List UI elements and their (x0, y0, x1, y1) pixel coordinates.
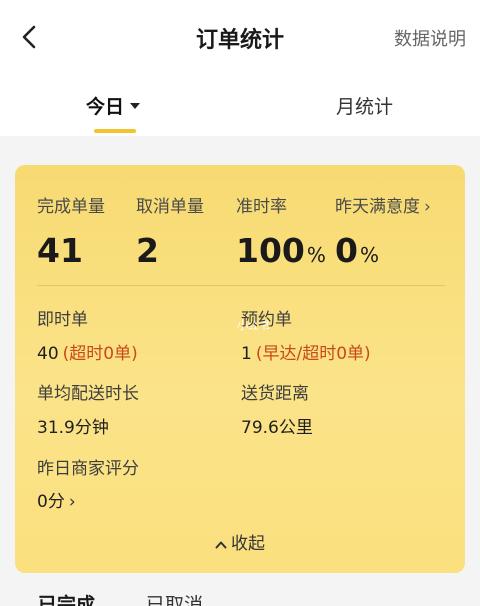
on-time-rate-number: 100 (236, 231, 305, 270)
collapse-button[interactable]: 收起 (15, 529, 465, 554)
scheduled-orders-label: 预约单 (241, 310, 292, 330)
instant-orders-number: 40 (37, 344, 59, 364)
tab-today[interactable]: 今日 (86, 92, 141, 119)
delivery-distance-label: 送货距离 (241, 384, 309, 404)
data-explanation-link[interactable]: 数据说明 (394, 25, 466, 51)
cancelled-count-value: 2 (136, 231, 159, 270)
scheduled-orders-value: 1 (早达/超时0单) (241, 339, 371, 364)
yesterday-satisfaction-label: 昨天满意度 (335, 197, 420, 217)
completed-count-value: 41 (37, 231, 83, 270)
instant-orders-label: 即时单 (37, 310, 88, 330)
instant-orders-overtime: (超时0单) (62, 344, 138, 364)
on-time-rate-label: 准时率 (236, 197, 287, 217)
scheduled-orders-early-late: (早达/超时0单) (255, 344, 371, 364)
cancelled-count-label: 取消单量 (136, 197, 204, 217)
chevron-up-icon (215, 541, 227, 548)
top-bar: 订单统计 数据说明 今日 月统计 (0, 0, 480, 136)
satisfaction-value: 0% (335, 231, 379, 270)
delivery-distance-value: 79.6公里 (241, 418, 313, 438)
scheduled-orders-number: 1 (241, 344, 252, 364)
on-time-rate-value: 100% (236, 231, 326, 270)
tab-monthly[interactable]: 月统计 (336, 92, 393, 119)
yesterday-satisfaction-link[interactable]: 昨天满意度 › (335, 192, 431, 217)
merchant-rating-label: 昨日商家评分 (37, 459, 139, 479)
caret-down-icon (130, 102, 141, 109)
stats-card: 完成单量 取消单量 准时率 昨天满意度 › 41 2 100% 0% 小红书 即时… (15, 165, 465, 573)
tab-today-label: 今日 (86, 96, 125, 118)
divider (37, 285, 445, 286)
completed-count-number: 41 (37, 231, 83, 270)
tab-cancelled[interactable]: 已取消 (146, 590, 203, 606)
satisfaction-unit: % (359, 243, 379, 267)
merchant-rating-link[interactable]: 0分 › (37, 487, 76, 512)
completed-count-label: 完成单量 (37, 197, 105, 217)
cancelled-count-number: 2 (136, 231, 159, 270)
tab-completed[interactable]: 已完成 (38, 590, 95, 606)
instant-orders-value: 40 (超时0单) (37, 339, 138, 364)
chevron-right-icon: › (424, 197, 431, 217)
merchant-rating-value: 0分 (37, 492, 65, 512)
avg-delivery-time-value: 31.9分钟 (37, 418, 109, 438)
collapse-label: 收起 (231, 534, 265, 554)
on-time-rate-unit: % (306, 243, 326, 267)
active-tab-indicator (94, 129, 136, 133)
satisfaction-number: 0 (335, 231, 358, 270)
avg-delivery-time-label: 单均配送时长 (37, 384, 139, 404)
chevron-right-icon: › (68, 492, 76, 512)
